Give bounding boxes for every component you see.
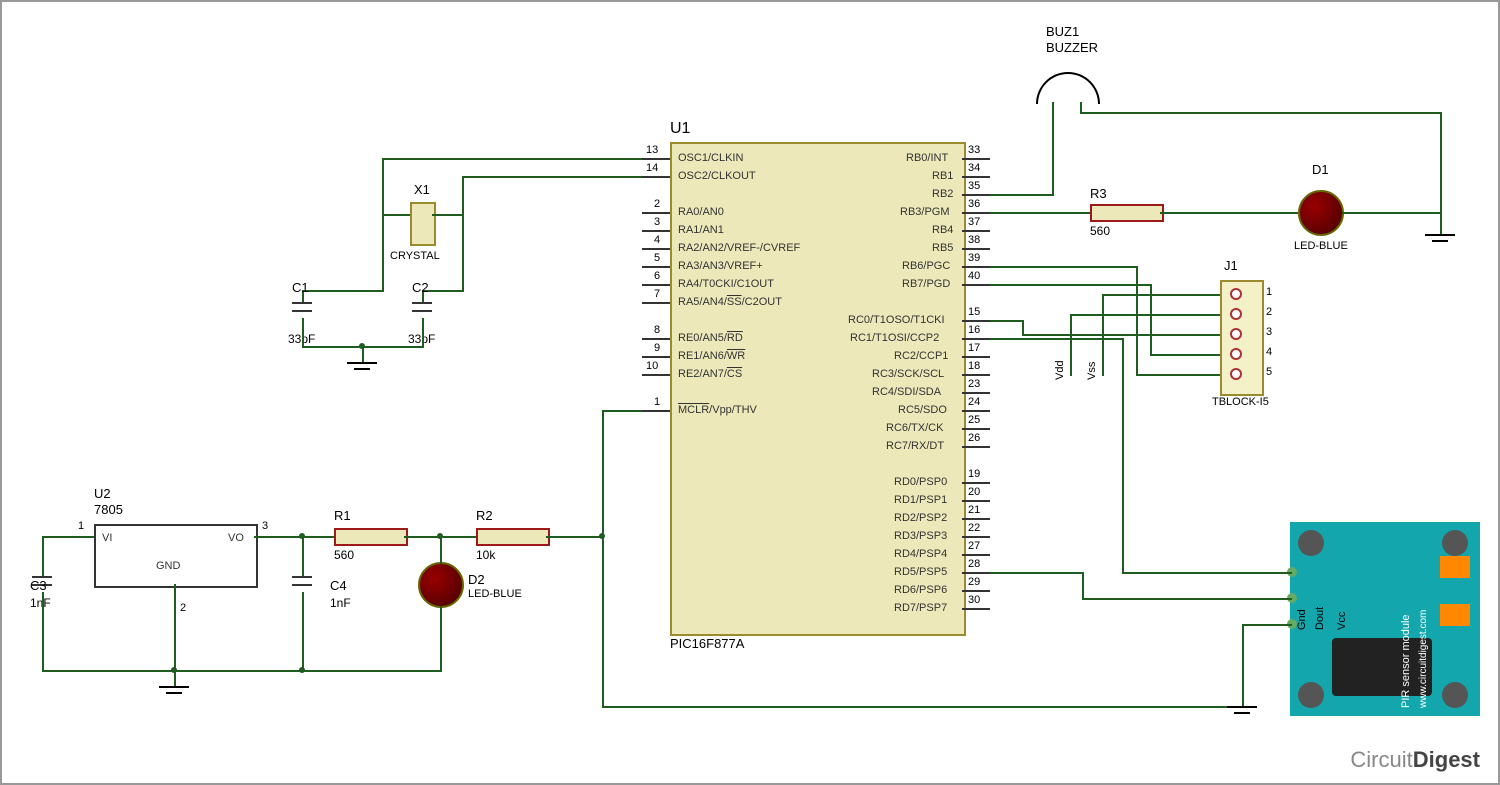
r1-ref: R1 [334,508,351,523]
component-r1 [334,528,408,546]
component-c2 [412,302,432,318]
pir-name: PIR sensor module [1400,614,1412,708]
u1-name: PIC16F877A [670,636,744,651]
brand-a: Circuit [1350,747,1412,772]
u2-ref: U2 [94,486,111,501]
u2-p3: 3 [262,520,268,532]
wire-osc2 [462,176,642,178]
component-r2 [476,528,550,546]
j1-ref: J1 [1224,258,1238,273]
component-d2 [418,562,464,608]
u1-pin13-stub [642,158,670,160]
c4-val: 1nF [330,596,351,610]
u2-gnd: GND [156,560,180,572]
brand-b: Digest [1413,747,1480,772]
schematic-canvas: U1 PIC16F877A 13 OSC1/CLKIN 14 OSC2/CLKO… [0,0,1500,785]
gnd-power [159,686,189,702]
u1-pin14-stub [642,176,670,178]
r3-ref: R3 [1090,186,1107,201]
u1-ref: U1 [670,120,690,138]
gnd-d1 [1425,234,1455,250]
pir-lens-icon [1332,638,1432,696]
d1-name: LED-BLUE [1294,240,1348,252]
gnd-xtal [347,362,377,378]
pir-gnd: Gnd [1296,609,1308,630]
u2-vo: VO [228,532,244,544]
net-vdd: Vdd [1054,360,1066,380]
u1-pin13-num: 13 [646,144,658,156]
pir-dout: Dout [1314,607,1326,630]
j1-name: TBLOCK-I5 [1212,396,1269,408]
u1-pin14-name: OSC2/CLKOUT [678,170,756,182]
component-buz1 [1036,72,1100,104]
x1-ref: X1 [414,182,430,197]
u2-name: 7805 [94,502,123,517]
buz1-ref: BUZ1 [1046,24,1079,39]
u2-p1: 1 [78,520,84,532]
r1-val: 560 [334,548,354,562]
u1-pin14-num: 14 [646,162,658,174]
component-c4 [292,576,312,592]
component-x1 [410,202,436,246]
pir-site: www.circuitdigest.com [1418,610,1429,708]
pir-pot1-icon [1440,556,1470,578]
x1-name: CRYSTAL [390,250,440,262]
gnd-pir [1227,706,1257,722]
wire-osc1 [382,158,642,160]
u2-vi: VI [102,532,112,544]
component-j1 [1220,280,1264,396]
c2-ref: C2 [412,280,429,295]
c1-ref: C1 [292,280,309,295]
r2-ref: R2 [476,508,493,523]
buz1-name: BUZZER [1046,40,1098,55]
c3-val: 1nF [30,596,51,610]
component-c1 [292,302,312,318]
r2-val: 10k [476,548,495,562]
d1-ref: D1 [1312,162,1329,177]
component-d1 [1298,190,1344,236]
pir-vcc: Vcc [1336,612,1348,630]
c4-ref: C4 [330,578,347,593]
u1-pin1-stub [642,410,670,412]
d2-ref: D2 [468,572,485,587]
net-vss: Vss [1086,362,1098,380]
component-r3 [1090,204,1164,222]
u1-pin13-name: OSC1/CLKIN [678,152,743,164]
u2-p2: 2 [180,602,186,614]
pir-pot2-icon [1440,604,1470,626]
r3-val: 560 [1090,224,1110,238]
brand-logo: CircuitDigest [1350,747,1480,773]
c3-ref: C3 [30,578,47,593]
d2-name: LED-BLUE [468,588,522,600]
